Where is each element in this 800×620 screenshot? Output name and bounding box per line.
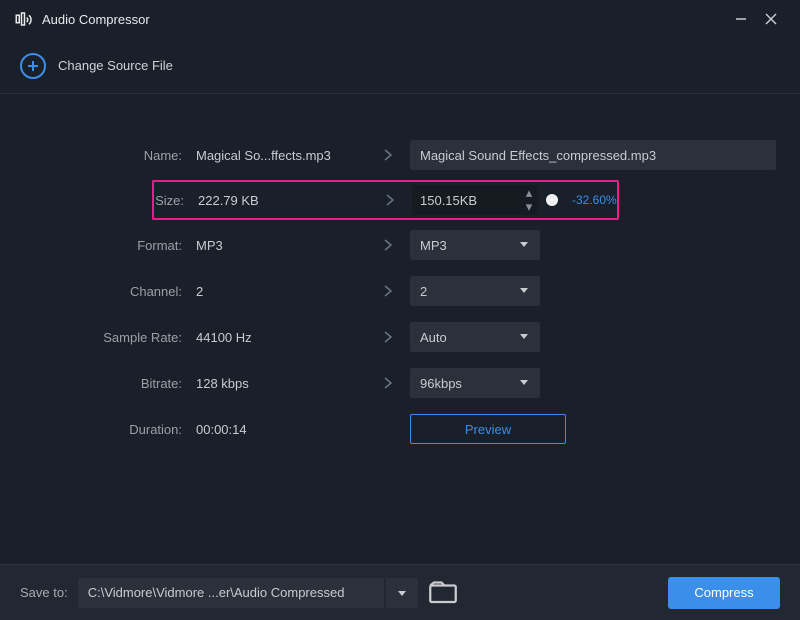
save-path-value: C:\Vidmore\Vidmore ...er\Audio Compresse… bbox=[88, 585, 345, 600]
bottom-bar: Save to: C:\Vidmore\Vidmore ...er\Audio … bbox=[0, 564, 800, 620]
size-delta: -32.60% bbox=[572, 193, 617, 207]
caret-down-icon bbox=[518, 376, 530, 391]
step-down-icon[interactable]: ▾ bbox=[520, 200, 538, 214]
label-duration: Duration: bbox=[24, 422, 196, 437]
row-format: Format: MP3 MP3 bbox=[24, 222, 776, 268]
row-sample-rate: Sample Rate: 44100 Hz Auto bbox=[24, 314, 776, 360]
open-folder-button[interactable] bbox=[428, 578, 458, 608]
app-icon bbox=[14, 10, 32, 28]
preview-button[interactable]: Preview bbox=[410, 414, 566, 444]
caret-down-icon bbox=[518, 238, 530, 253]
label-channel: Channel: bbox=[24, 284, 196, 299]
format-source: MP3 bbox=[196, 238, 366, 253]
size-source: 222.79 KB bbox=[198, 193, 368, 208]
label-bitrate: Bitrate: bbox=[24, 376, 196, 391]
save-to-label: Save to: bbox=[20, 585, 68, 600]
change-source-label: Change Source File bbox=[58, 58, 173, 73]
chevron-right-icon bbox=[366, 284, 410, 298]
name-output-field[interactable]: Magical Sound Effects_compressed.mp3 bbox=[410, 140, 776, 170]
add-icon bbox=[20, 53, 46, 79]
change-source-bar[interactable]: Change Source File bbox=[0, 38, 800, 94]
row-name: Name: Magical So...ffects.mp3 Magical So… bbox=[24, 132, 776, 178]
bitrate-select[interactable]: 96kbps bbox=[410, 368, 540, 398]
close-button[interactable] bbox=[756, 4, 786, 34]
format-value: MP3 bbox=[420, 238, 518, 253]
main-form: Name: Magical So...ffects.mp3 Magical So… bbox=[0, 94, 800, 452]
sample-rate-source: 44100 Hz bbox=[196, 330, 366, 345]
row-duration: Duration: 00:00:14 Preview bbox=[24, 406, 776, 452]
channel-select[interactable]: 2 bbox=[410, 276, 540, 306]
label-sample-rate: Sample Rate: bbox=[24, 330, 196, 345]
label-size: Size: bbox=[154, 193, 198, 208]
format-select[interactable]: MP3 bbox=[410, 230, 540, 260]
row-channel: Channel: 2 2 bbox=[24, 268, 776, 314]
chevron-right-icon bbox=[366, 238, 410, 252]
save-path-dropdown[interactable] bbox=[386, 578, 418, 608]
size-output-value: 150.15KB bbox=[412, 193, 520, 208]
save-path-combo: C:\Vidmore\Vidmore ...er\Audio Compresse… bbox=[78, 578, 418, 608]
channel-source: 2 bbox=[196, 284, 366, 299]
chevron-right-icon bbox=[366, 148, 410, 162]
sample-rate-select[interactable]: Auto bbox=[410, 322, 540, 352]
compress-button[interactable]: Compress bbox=[668, 577, 780, 609]
row-size: Size: 222.79 KB 150.15KB ▴ ▾ -32.60% bbox=[24, 178, 776, 222]
name-source: Magical So...ffects.mp3 bbox=[196, 148, 366, 163]
bitrate-value: 96kbps bbox=[420, 376, 518, 391]
save-path-field[interactable]: C:\Vidmore\Vidmore ...er\Audio Compresse… bbox=[78, 578, 384, 608]
name-output-value: Magical Sound Effects_compressed.mp3 bbox=[420, 148, 656, 163]
size-output-spinner[interactable]: 150.15KB ▴ ▾ bbox=[412, 185, 538, 215]
label-format: Format: bbox=[24, 238, 196, 253]
caret-down-icon bbox=[518, 330, 530, 345]
size-highlight-box: Size: 222.79 KB 150.15KB ▴ ▾ -32.60% bbox=[152, 180, 619, 220]
label-name: Name: bbox=[24, 148, 196, 163]
duration-value: 00:00:14 bbox=[196, 422, 366, 437]
bitrate-source: 128 kbps bbox=[196, 376, 366, 391]
sample-rate-value: Auto bbox=[420, 330, 518, 345]
app-title: Audio Compressor bbox=[42, 12, 150, 27]
compress-label: Compress bbox=[694, 585, 753, 600]
chevron-right-icon bbox=[366, 330, 410, 344]
chevron-right-icon bbox=[366, 376, 410, 390]
row-bitrate: Bitrate: 128 kbps 96kbps bbox=[24, 360, 776, 406]
titlebar: Audio Compressor bbox=[0, 0, 800, 38]
channel-value: 2 bbox=[420, 284, 518, 299]
preview-label: Preview bbox=[465, 422, 511, 437]
minimize-button[interactable] bbox=[726, 4, 756, 34]
step-up-icon[interactable]: ▴ bbox=[520, 186, 538, 200]
chevron-right-icon bbox=[368, 193, 412, 207]
caret-down-icon bbox=[518, 284, 530, 299]
